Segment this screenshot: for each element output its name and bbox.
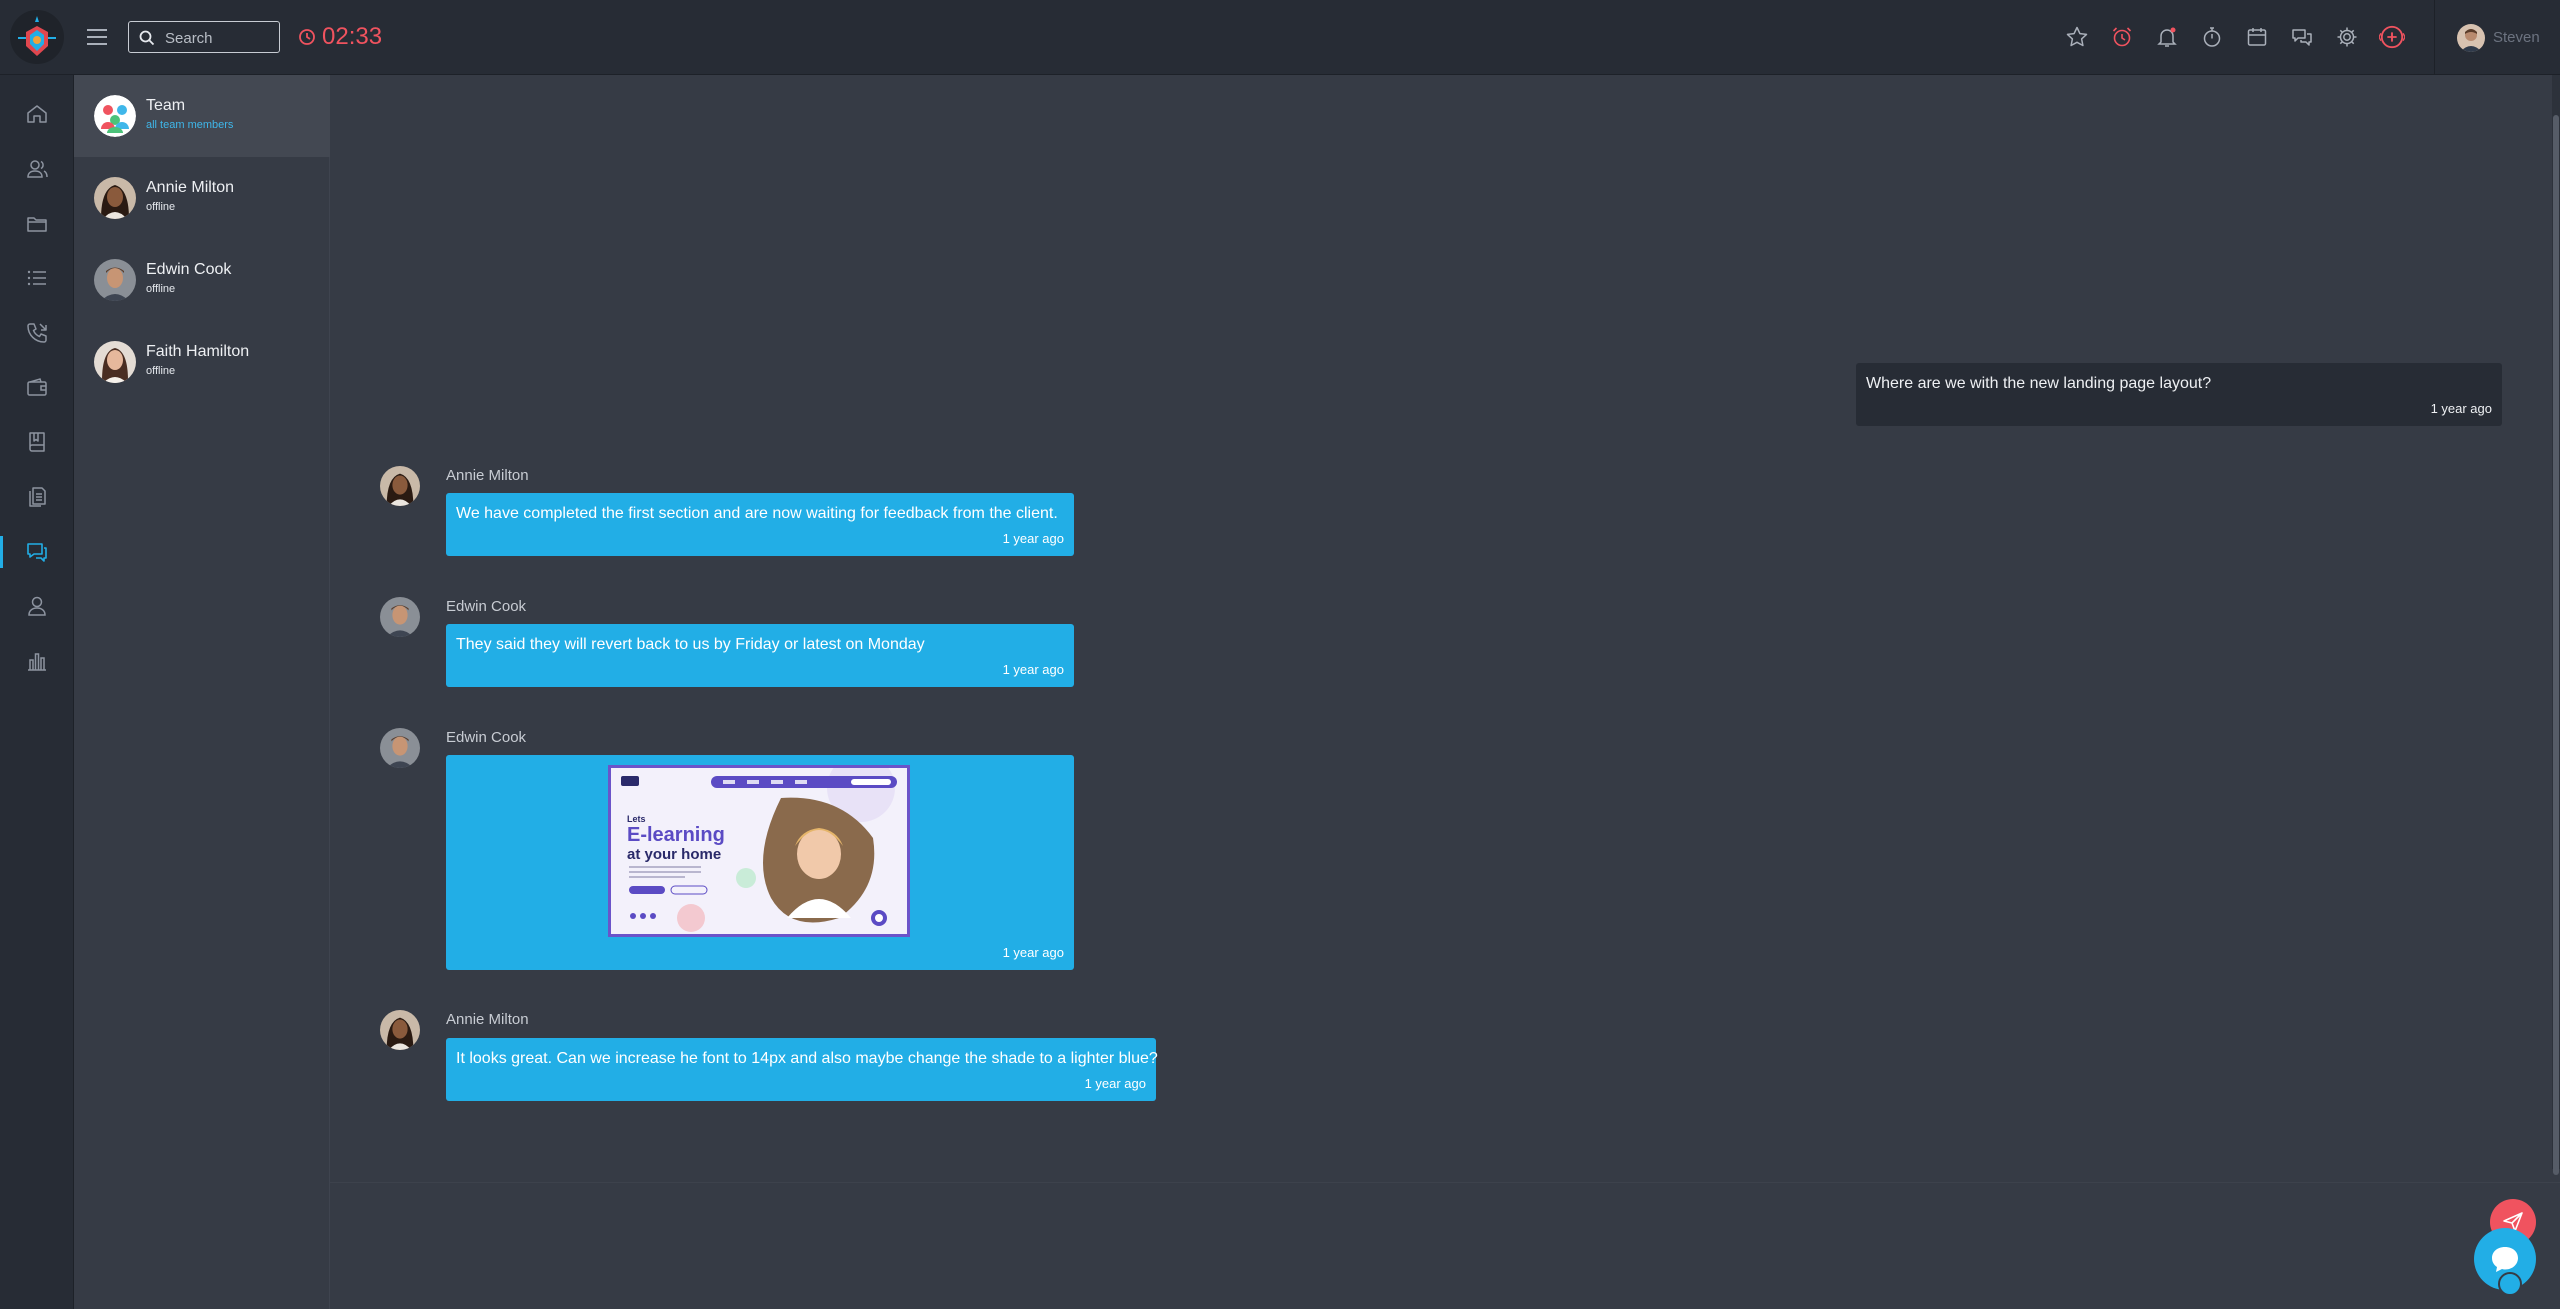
contact-list: Team all team members Annie Milton offli… — [74, 75, 330, 1309]
sender-name: Annie Milton — [446, 467, 529, 484]
attached-image[interactable]: Lets E-learning at your home — [608, 765, 910, 937]
message-text: We have completed the first section and … — [456, 505, 1058, 522]
received-image-message: Lets E-learning at your home 1 year ago — [446, 755, 1074, 970]
sender-avatar — [380, 597, 420, 637]
scrollbar-thumb[interactable] — [2553, 115, 2559, 1175]
folder-icon[interactable] — [0, 202, 74, 246]
alarm-clock-icon[interactable] — [2109, 22, 2135, 52]
message-time: 1 year ago — [1084, 1076, 1146, 1091]
search-input[interactable] — [163, 28, 277, 48]
home-icon[interactable] — [0, 92, 74, 136]
contact-status: offline — [146, 201, 176, 213]
contact-name: Faith Hamilton — [146, 343, 250, 360]
user-avatar — [2457, 23, 2485, 52]
timer-icon — [298, 28, 316, 46]
list-icon[interactable] — [0, 256, 74, 300]
message-text: They said they will revert back to us by… — [456, 636, 925, 653]
image-text-line2: E-learning — [627, 824, 725, 846]
contact-avatar — [94, 341, 136, 383]
contact-status: all team members — [146, 119, 234, 131]
book-icon[interactable] — [0, 420, 74, 464]
sender-avatar — [380, 728, 420, 768]
top-bar: 02:33 Steven — [0, 0, 2560, 75]
timer-value: 02:33 — [322, 23, 383, 50]
gear-icon[interactable] — [2334, 22, 2360, 52]
chat-icon[interactable] — [2289, 22, 2315, 52]
composer-divider — [330, 1182, 2560, 1183]
contact-faith-hamilton[interactable]: Faith Hamilton offline — [74, 321, 330, 403]
add-circle-icon[interactable] — [2379, 22, 2405, 52]
message-text: It looks great. Can we increase he font … — [456, 1050, 1158, 1067]
contact-status: offline — [146, 283, 176, 295]
user-name: Steven — [2493, 29, 2540, 46]
search-box[interactable] — [128, 21, 280, 53]
star-icon[interactable] — [2064, 22, 2090, 52]
contact-team[interactable]: Team all team members — [74, 75, 330, 157]
menu-toggle-icon[interactable] — [84, 22, 110, 52]
search-icon — [139, 30, 155, 46]
stopwatch-icon[interactable] — [2199, 22, 2225, 52]
received-message: It looks great. Can we increase he font … — [446, 1038, 1158, 1101]
timer[interactable]: 02:33 — [298, 19, 382, 55]
contact-annie-milton[interactable]: Annie Milton offline — [74, 157, 330, 239]
user-icon[interactable] — [0, 584, 74, 628]
help-badge — [2498, 1272, 2522, 1296]
wallet-icon[interactable] — [0, 366, 74, 410]
image-text-line3: at your home — [627, 846, 722, 863]
received-message: We have completed the first section and … — [446, 493, 1074, 556]
sender-avatar — [380, 1010, 420, 1050]
user-menu[interactable]: Steven — [2434, 0, 2560, 75]
contacts-icon[interactable] — [0, 147, 74, 191]
chat-scrollbar[interactable] — [2552, 75, 2560, 1175]
contact-name: Annie Milton — [146, 179, 235, 196]
calendar-icon[interactable] — [2244, 22, 2270, 52]
contact-avatar — [94, 259, 136, 301]
left-nav-rail — [0, 75, 74, 1309]
sent-message: Where are we with the new landing page l… — [1856, 363, 2502, 426]
received-message: They said they will revert back to us by… — [446, 624, 1074, 687]
header-actions — [2064, 22, 2405, 52]
bar-chart-icon[interactable] — [0, 639, 74, 683]
contact-name: Edwin Cook — [146, 261, 232, 278]
message-time: 1 year ago — [2430, 401, 2492, 416]
contact-name: Team — [146, 97, 186, 114]
bell-icon[interactable] — [2154, 22, 2180, 52]
phone-icon[interactable] — [0, 311, 74, 355]
sender-name: Annie Milton — [446, 1011, 529, 1028]
contact-status: offline — [146, 365, 176, 377]
app-logo[interactable] — [8, 8, 66, 66]
sender-name: Edwin Cook — [446, 598, 527, 615]
team-avatar — [94, 95, 136, 137]
contact-avatar — [94, 177, 136, 219]
sender-name: Edwin Cook — [446, 729, 527, 746]
message-time: 1 year ago — [1002, 662, 1064, 677]
chat-bubble-icon — [2488, 1242, 2522, 1276]
chat-icon[interactable] — [0, 530, 74, 574]
sender-avatar — [380, 466, 420, 506]
message-time: 1 year ago — [1002, 945, 1064, 960]
documents-icon[interactable] — [0, 475, 74, 519]
message-time: 1 year ago — [1002, 531, 1064, 546]
image-text-line1: Lets — [627, 814, 646, 824]
contact-edwin-cook[interactable]: Edwin Cook offline — [74, 239, 330, 321]
message-text: Where are we with the new landing page l… — [1866, 375, 2212, 392]
